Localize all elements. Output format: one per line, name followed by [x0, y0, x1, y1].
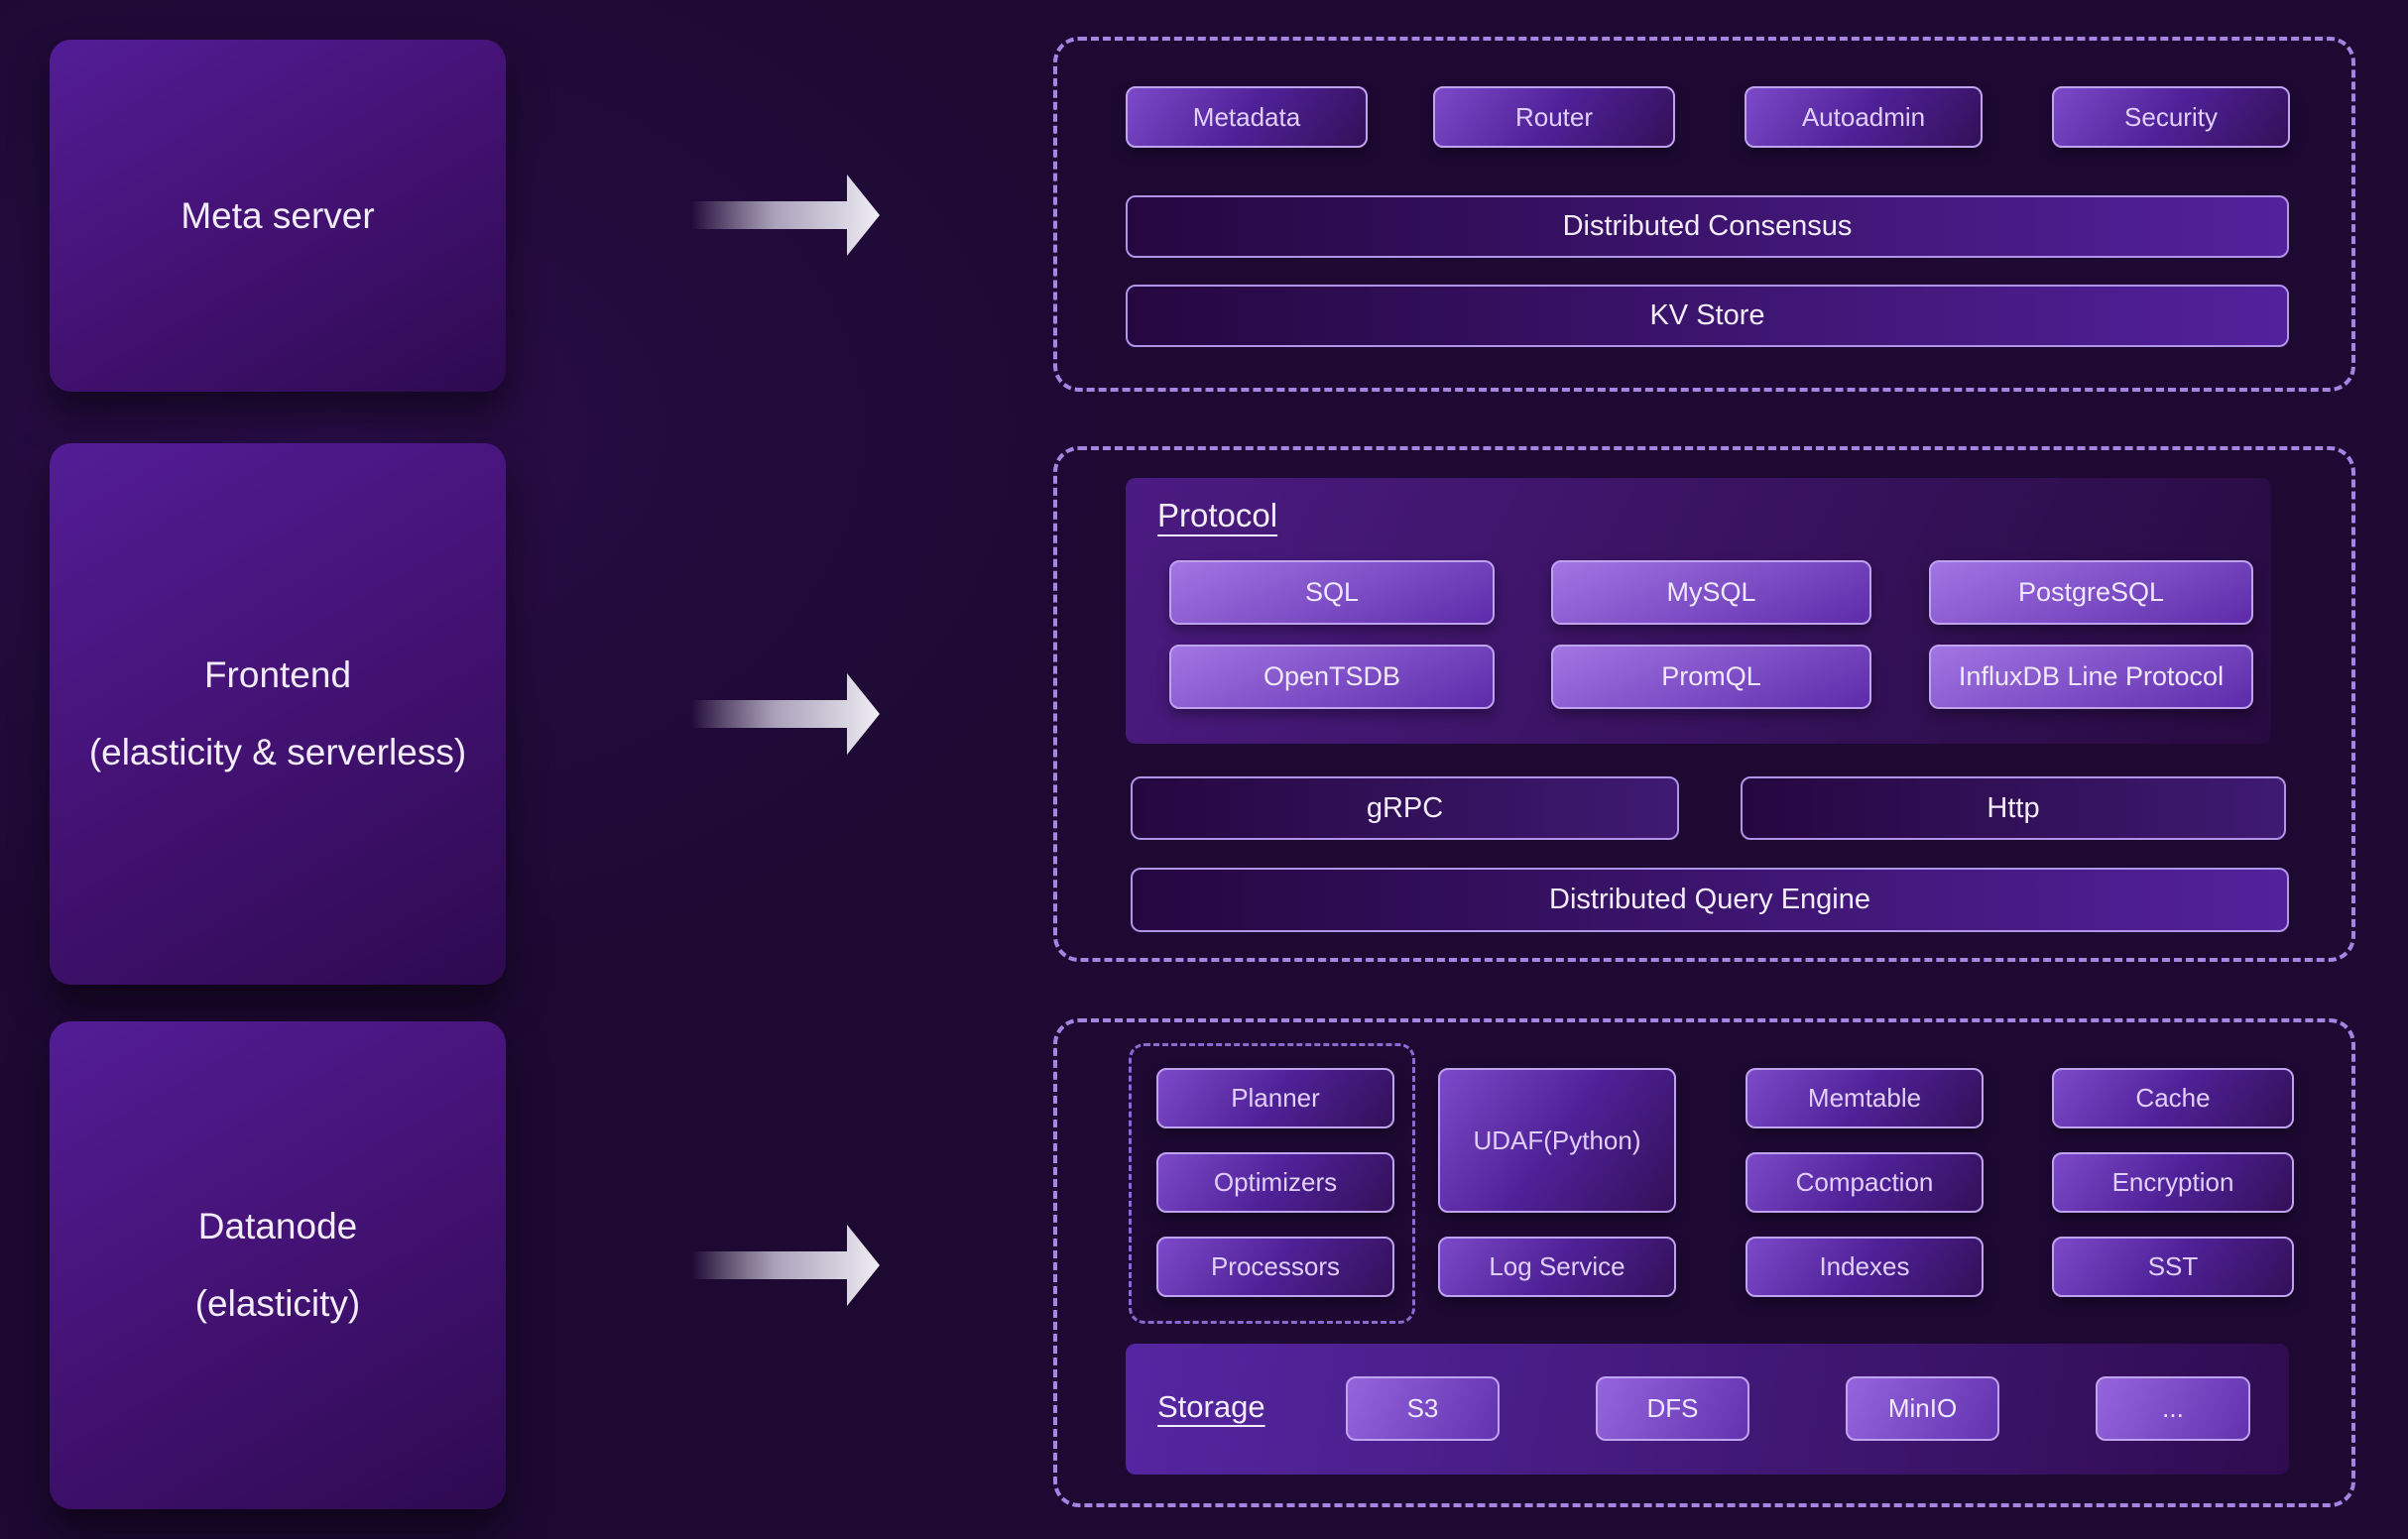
- module-encryption-label: Encryption: [2112, 1167, 2234, 1198]
- module-processors-label: Processors: [1211, 1251, 1340, 1282]
- storage-s3: S3: [1346, 1376, 1500, 1441]
- storage-more: ...: [2096, 1376, 2250, 1441]
- module-processors: Processors: [1156, 1237, 1394, 1297]
- protocol-postgresql: PostgreSQL: [1929, 560, 2253, 625]
- protocol-postgresql-label: PostgreSQL: [2018, 577, 2164, 608]
- module-udaf-label: UDAF(Python): [1473, 1125, 1640, 1156]
- module-log-service: Log Service: [1438, 1237, 1676, 1297]
- architecture-diagram: Meta server Frontend (elasticity & serve…: [0, 0, 2408, 1539]
- module-indexes: Indexes: [1746, 1237, 1984, 1297]
- node-meta-server: Meta server: [50, 40, 506, 392]
- protocol-sql: SQL: [1169, 560, 1495, 625]
- module-cache: Cache: [2052, 1068, 2294, 1128]
- module-autoadmin: Autoadmin: [1745, 86, 1983, 148]
- node-frontend-sublabel: (elasticity & serverless): [89, 714, 466, 791]
- module-metadata: Metadata: [1126, 86, 1368, 148]
- protocol-promql: PromQL: [1551, 645, 1871, 709]
- module-indexes-label: Indexes: [1819, 1251, 1909, 1282]
- module-sst-label: SST: [2148, 1251, 2199, 1282]
- bar-distributed-query-engine: Distributed Query Engine: [1131, 868, 2289, 932]
- bar-kv-store-label: KV Store: [1649, 299, 1764, 332]
- module-metadata-label: Metadata: [1193, 102, 1300, 133]
- storage-minio: MinIO: [1846, 1376, 1999, 1441]
- protocol-mysql: MySQL: [1551, 560, 1871, 625]
- protocol-influxdb-line-protocol: InfluxDB Line Protocol: [1929, 645, 2253, 709]
- storage-dfs: DFS: [1596, 1376, 1749, 1441]
- module-router-label: Router: [1515, 102, 1593, 133]
- storage-minio-label: MinIO: [1888, 1393, 1957, 1424]
- arrow-right-icon: [691, 672, 882, 756]
- storage-title: Storage: [1157, 1389, 1265, 1425]
- module-memtable-label: Memtable: [1808, 1083, 1921, 1114]
- bar-http-label: Http: [1987, 792, 2039, 825]
- protocol-promql-label: PromQL: [1661, 661, 1761, 692]
- protocol-title: Protocol: [1157, 497, 1277, 534]
- module-optimizers: Optimizers: [1156, 1152, 1394, 1213]
- bar-kv-store: KV Store: [1126, 285, 2289, 347]
- bar-distributed-consensus: Distributed Consensus: [1126, 195, 2289, 258]
- module-log-service-label: Log Service: [1489, 1251, 1625, 1282]
- arrow-right-icon: [691, 1224, 882, 1307]
- bar-grpc: gRPC: [1131, 776, 1679, 840]
- bar-http: Http: [1741, 776, 2286, 840]
- bar-distributed-query-engine-label: Distributed Query Engine: [1549, 884, 1870, 916]
- module-security-label: Security: [2124, 102, 2218, 133]
- protocol-influxdb-line-protocol-label: InfluxDB Line Protocol: [1959, 661, 2224, 692]
- node-datanode-sublabel: (elasticity): [195, 1265, 361, 1343]
- module-planner: Planner: [1156, 1068, 1394, 1128]
- protocol-sql-label: SQL: [1305, 577, 1359, 608]
- module-autoadmin-label: Autoadmin: [1802, 102, 1925, 133]
- storage-more-label: ...: [2162, 1393, 2184, 1424]
- node-frontend-label: Frontend: [204, 637, 351, 714]
- storage-dfs-label: DFS: [1647, 1393, 1699, 1424]
- module-optimizers-label: Optimizers: [1214, 1167, 1337, 1198]
- module-udaf: UDAF(Python): [1438, 1068, 1676, 1213]
- module-compaction: Compaction: [1746, 1152, 1984, 1213]
- protocol-mysql-label: MySQL: [1666, 577, 1755, 608]
- arrow-right-icon: [691, 174, 882, 257]
- module-router: Router: [1433, 86, 1675, 148]
- storage-s3-label: S3: [1407, 1393, 1439, 1424]
- protocol-opentsdb-label: OpenTSDB: [1264, 661, 1400, 692]
- node-meta-server-label: Meta server: [181, 178, 374, 255]
- module-cache-label: Cache: [2135, 1083, 2210, 1114]
- module-sst: SST: [2052, 1237, 2294, 1297]
- node-datanode: Datanode (elasticity): [50, 1021, 506, 1509]
- module-compaction-label: Compaction: [1796, 1167, 1934, 1198]
- node-frontend: Frontend (elasticity & serverless): [50, 443, 506, 985]
- bar-distributed-consensus-label: Distributed Consensus: [1563, 210, 1853, 243]
- module-encryption: Encryption: [2052, 1152, 2294, 1213]
- node-datanode-label: Datanode: [198, 1188, 357, 1265]
- module-planner-label: Planner: [1231, 1083, 1320, 1114]
- module-memtable: Memtable: [1746, 1068, 1984, 1128]
- bar-grpc-label: gRPC: [1367, 792, 1443, 825]
- protocol-opentsdb: OpenTSDB: [1169, 645, 1495, 709]
- module-security: Security: [2052, 86, 2290, 148]
